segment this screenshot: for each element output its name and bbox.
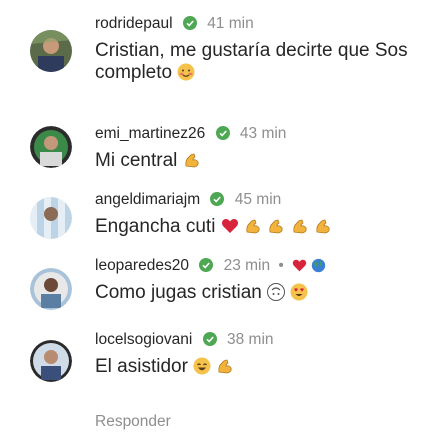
avatar[interactable]: [30, 197, 72, 239]
comment-text: El asistidor: [95, 356, 188, 377]
comment-time: 43 min: [239, 125, 287, 142]
comment-time: 41 min: [207, 15, 254, 32]
comment-username[interactable]: rodridepaul: [95, 15, 173, 32]
flexed-biceps-icon: [316, 219, 330, 234]
flexed-biceps-icon: [269, 219, 283, 234]
flexed-biceps-icon: [292, 219, 307, 234]
globe-icon: [312, 258, 326, 273]
flexed-biceps-icon: [185, 153, 199, 168]
verified-badge-icon: [199, 258, 214, 272]
heart-eyes-face-icon: [290, 283, 308, 301]
comment-username[interactable]: angeldimariajm: [95, 191, 200, 208]
comment-text: Cristian, me gustaría decirte que Sos: [95, 40, 408, 61]
comment-time: 45 min: [234, 191, 282, 208]
avatar[interactable]: [30, 30, 72, 72]
verified-badge-icon: [215, 126, 230, 140]
heart-icon: [221, 219, 238, 233]
avatar[interactable]: [30, 268, 72, 310]
verified-badge-icon: [202, 332, 217, 346]
comment-text-cont: completo: [95, 62, 173, 83]
flexed-biceps-icon: [218, 359, 233, 374]
comment-time: 38 min: [227, 331, 274, 348]
avatar[interactable]: [30, 340, 72, 382]
comment-text: Como jugas cristian: [95, 282, 262, 303]
avatar[interactable]: [30, 126, 72, 168]
comment-username[interactable]: locelsogiovani: [95, 331, 192, 348]
separator-dot: •: [278, 257, 284, 274]
heart-icon: [292, 259, 307, 272]
comment-username[interactable]: leoparedes20: [95, 257, 189, 274]
blushing-face-icon: [177, 63, 195, 81]
verified-badge-icon: [210, 192, 225, 206]
grinning-face-icon: [193, 357, 211, 375]
flexed-biceps-icon: [246, 219, 260, 234]
comment-text: Engancha cuti: [95, 216, 216, 237]
comment-username[interactable]: emi_martinez26: [95, 125, 205, 142]
comment-time: 23 min: [223, 257, 271, 274]
upside-down-face-icon: [267, 283, 286, 301]
reply-button[interactable]: Responder: [95, 413, 171, 431]
verified-badge-icon: [182, 16, 197, 30]
comment-text: Mi central: [95, 150, 178, 171]
